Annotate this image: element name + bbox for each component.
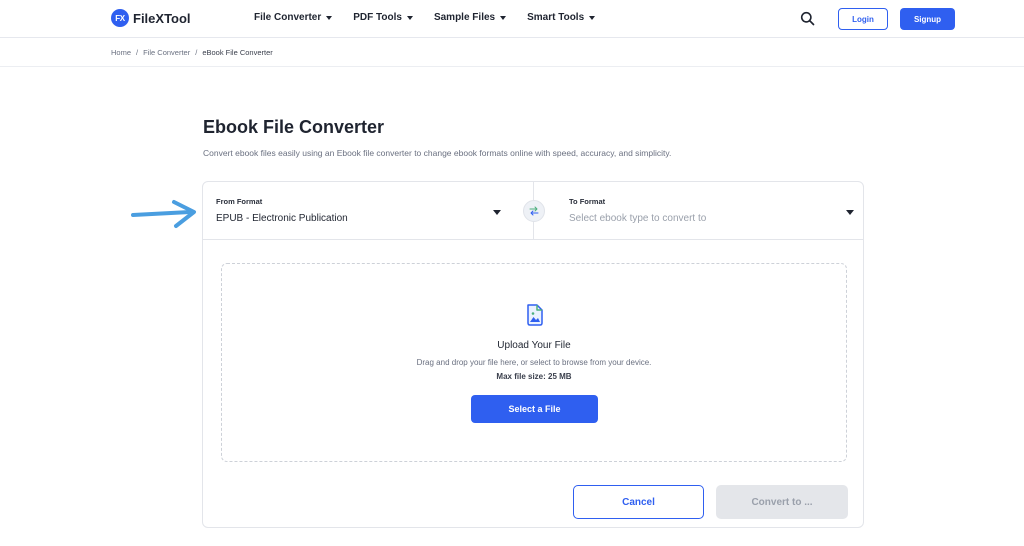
chevron-down-icon (326, 15, 333, 20)
nav-pdf-tools[interactable]: PDF Tools (353, 12, 413, 23)
breadcrumb-bar: Home / File Converter / eBook File Conve… (0, 39, 1024, 67)
breadcrumb-file-converter[interactable]: File Converter (143, 48, 190, 57)
chevron-down-icon (589, 15, 596, 20)
select-file-button[interactable]: Select a File (471, 395, 598, 423)
format-row: From Format EPUB - Electronic Publicatio… (203, 182, 863, 240)
breadcrumb-separator: / (136, 48, 139, 57)
logo-mark: FX (111, 9, 129, 27)
to-format-placeholder: Select ebook type to convert to (569, 213, 707, 224)
page-title: Ebook File Converter (203, 117, 385, 137)
nav-label: Smart Tools (527, 12, 585, 23)
to-format-select[interactable]: To Format Select ebook type to convert t… (535, 182, 863, 240)
file-dropzone[interactable]: Upload Your File Drag and drop your file… (221, 263, 847, 462)
nav-label: Sample Files (433, 12, 496, 23)
nav-file-converter[interactable]: File Converter (254, 12, 333, 23)
max-file-size: Max file size: 25 MB (496, 372, 572, 381)
from-format-value: EPUB - Electronic Publication (216, 213, 348, 224)
chevron-down-icon (406, 15, 413, 20)
pointer-arrow-icon (130, 198, 200, 232)
chevron-down-icon (500, 15, 507, 20)
breadcrumb-current: eBook File Converter (202, 48, 273, 57)
chevron-down-icon (846, 210, 854, 215)
upload-title: Upload Your File (497, 340, 571, 351)
search-icon[interactable] (800, 11, 815, 26)
nav-sample-files[interactable]: Sample Files (433, 12, 507, 23)
breadcrumb: Home / File Converter / eBook File Conve… (111, 48, 273, 57)
site-header: FX FileXTool File Converter PDF Tools Sa… (0, 0, 1024, 38)
logo[interactable]: FX FileXTool (111, 9, 191, 27)
image-file-icon (525, 304, 545, 326)
main-nav: File Converter PDF Tools Sample Files Sm… (254, 12, 596, 23)
upload-hint: Drag and drop your file here, or select … (416, 358, 652, 367)
convert-button[interactable]: Convert to ... (716, 485, 848, 519)
from-format-select[interactable]: From Format EPUB - Electronic Publicatio… (203, 182, 534, 240)
signup-button[interactable]: Signup (900, 8, 955, 30)
cancel-button[interactable]: Cancel (573, 485, 704, 519)
converter-card: From Format EPUB - Electronic Publicatio… (202, 181, 864, 528)
page-description: Convert ebook files easily using an Eboo… (203, 148, 672, 158)
breadcrumb-separator: / (195, 48, 198, 57)
swap-icon[interactable] (523, 200, 545, 222)
from-format-label: From Format (216, 197, 263, 206)
chevron-down-icon (493, 210, 501, 215)
breadcrumb-home[interactable]: Home (111, 48, 131, 57)
to-format-label: To Format (569, 197, 606, 206)
nav-label: PDF Tools (353, 12, 402, 23)
login-button[interactable]: Login (838, 8, 888, 30)
logo-text: FileXTool (133, 10, 191, 26)
nav-smart-tools[interactable]: Smart Tools (527, 12, 596, 23)
nav-label: File Converter (254, 12, 322, 23)
